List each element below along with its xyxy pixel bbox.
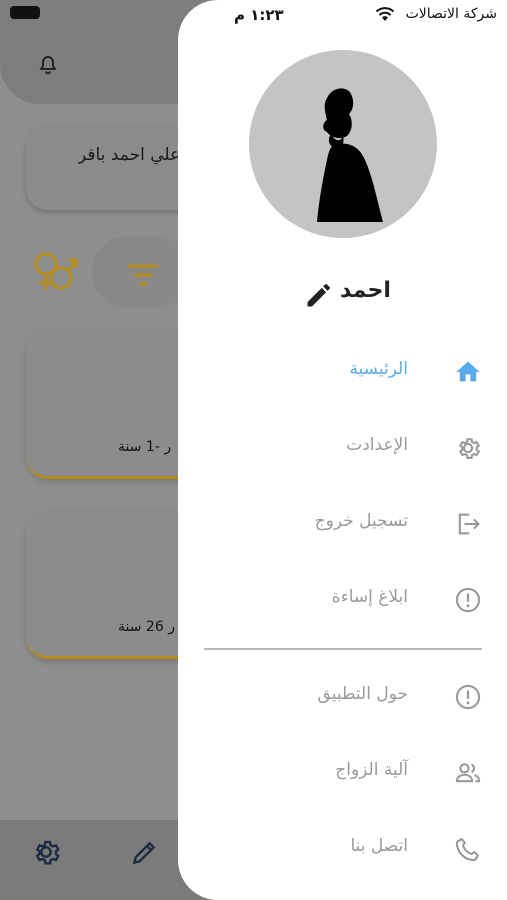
menu-item-label: اتصل بنا	[350, 836, 408, 856]
menu-item-label: حول التطبيق	[317, 684, 408, 704]
menu-item-label: ابلاغ إساءة	[331, 587, 408, 607]
menu-item-label: الرئيسية	[349, 359, 408, 379]
menu-divider	[204, 648, 482, 650]
info-alert-icon	[455, 684, 481, 710]
settings-gear-icon	[458, 438, 481, 459]
edit-name-icon[interactable]	[304, 282, 332, 310]
edit-pencil-icon[interactable]	[129, 836, 161, 868]
settings-gear-icon[interactable]	[30, 836, 62, 868]
status-carrier: شركة الاتصالات	[405, 6, 497, 22]
status-time: ١:٢٣ م	[234, 6, 284, 24]
battery-icon	[10, 6, 40, 19]
menu-item-label: تسجيل خروج	[314, 511, 408, 531]
menu-item-home[interactable]: الرئيسية	[290, 347, 500, 397]
filter-icon	[128, 264, 158, 286]
avatar[interactable]	[249, 50, 437, 238]
logout-icon	[458, 513, 480, 535]
menu-item-marriage-mechanism[interactable]: آلية الزواج	[290, 748, 500, 798]
home-icon	[456, 361, 480, 382]
menu-item-label: آلية الزواج	[335, 760, 408, 780]
user-name: احمد	[340, 278, 391, 303]
profile-card-age: ر -1 سنة	[118, 439, 172, 455]
menu-item-contact-us[interactable]: اتصل بنا	[290, 824, 500, 874]
menu-item-label: الإعدادت	[346, 435, 408, 455]
notification-bell-icon[interactable]	[36, 54, 60, 78]
menu-item-logout[interactable]: تسجيل خروج	[290, 499, 500, 549]
wifi-icon	[375, 7, 395, 21]
menu-item-settings[interactable]: الإعدادت	[290, 423, 500, 473]
gender-icon[interactable]	[30, 246, 80, 296]
silhouette-icon	[317, 88, 383, 222]
people-icon	[455, 763, 481, 783]
report-alert-icon	[455, 587, 481, 613]
profile-card-age: ر 26 سنة	[118, 619, 175, 635]
menu-item-report[interactable]: ابلاغ إساءة	[290, 575, 500, 625]
phone-icon	[455, 838, 479, 862]
menu-item-about[interactable]: حول التطبيق	[290, 672, 500, 722]
